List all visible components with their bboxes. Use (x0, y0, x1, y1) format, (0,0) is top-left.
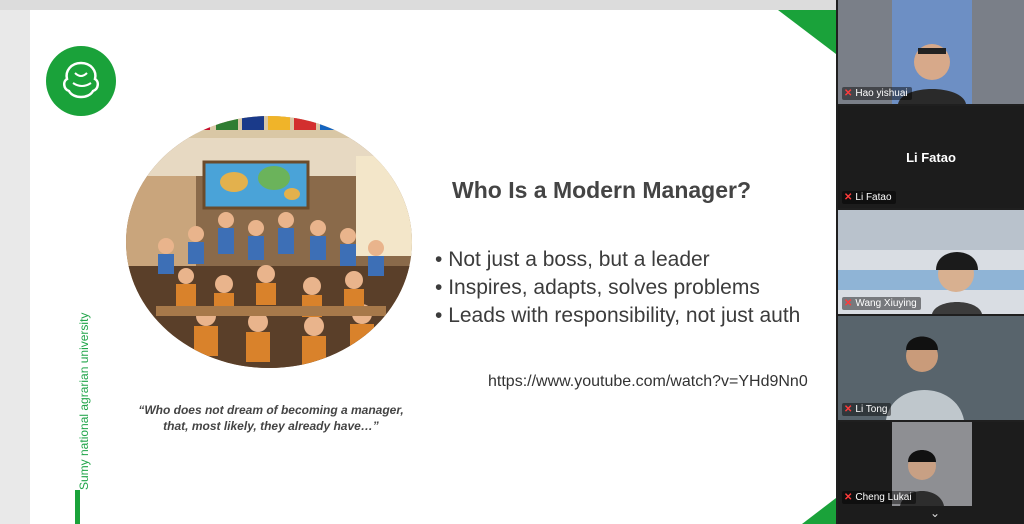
participant-name: Cheng Lukai (855, 492, 912, 503)
classroom-illustration (126, 116, 412, 368)
participant-tile[interactable]: ✕ Wang Xiuying (838, 210, 1024, 314)
participant-name: Hao yishuai (855, 88, 908, 99)
participant-tile[interactable]: ✕ Li Tong (838, 316, 1024, 420)
participant-tile[interactable]: ✕ Cheng Lukai ⌄ (838, 422, 1024, 524)
mic-muted-icon: ✕ (844, 192, 853, 203)
vertical-caption-wrap: Sumy national agrarian university (50, 300, 110, 490)
presentation-slide: Sumy national agrarian university “Who d… (30, 10, 836, 524)
quote-line: that, most likely, they already have…” (163, 419, 379, 433)
participant-name-tag: ✕ Li Tong (842, 403, 892, 416)
mic-muted-icon: ✕ (844, 492, 853, 503)
slide-corner-decoration (802, 498, 836, 524)
video-link[interactable]: https://www.youtube.com/watch?v=YHd9Nn0 (488, 373, 808, 391)
window-top-strip (0, 0, 836, 10)
university-logo (46, 46, 116, 116)
bullet-item: Inspires, adapts, solves problems (435, 274, 800, 302)
mic-muted-icon: ✕ (844, 88, 853, 99)
bullet-list: Not just a boss, but a leader Inspires, … (435, 246, 800, 330)
participant-name: Wang Xiuying (855, 298, 917, 309)
quote: “Who does not dream of becoming a manage… (126, 402, 416, 434)
participant-name: Li Fatao (855, 192, 892, 203)
participants-panel: ✕ Hao yishuai Li Fatao ✕ Li Fatao ✕ Wang… (836, 0, 1024, 524)
slide-title: Who Is a Modern Manager? (452, 177, 752, 203)
mic-muted-icon: ✕ (844, 298, 853, 309)
participant-display-name: Li Fatao (906, 150, 956, 165)
mic-muted-icon: ✕ (844, 404, 853, 415)
accent-bar (75, 490, 80, 524)
participant-name-tag: ✕ Hao yishuai (842, 87, 912, 100)
bullet-item: Not just a boss, but a leader (435, 246, 800, 274)
bullet-item: Leads with responsibility, not just auth (435, 302, 800, 330)
slide-corner-decoration (778, 10, 836, 54)
university-caption: Sumy national agrarian university (77, 312, 91, 490)
participant-name-tag: ✕ Wang Xiuying (842, 297, 921, 310)
participant-tile[interactable]: ✕ Hao yishuai (838, 0, 1024, 104)
chevron-down-icon[interactable]: ⌄ (930, 506, 940, 520)
participant-name-tag: ✕ Cheng Lukai (842, 491, 916, 504)
participant-name: Li Tong (855, 404, 888, 415)
participant-tile[interactable]: Li Fatao ✕ Li Fatao (838, 106, 1024, 208)
participant-name-tag: ✕ Li Fatao (842, 191, 896, 204)
quote-line: “Who does not dream of becoming a manage… (138, 403, 404, 417)
